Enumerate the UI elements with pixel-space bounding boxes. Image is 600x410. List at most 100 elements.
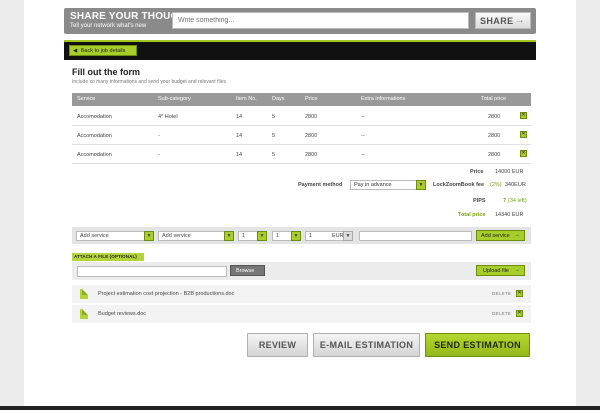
add-service-button[interactable]: Add service →	[476, 230, 525, 241]
subcategory-select-label: Add service	[162, 233, 191, 239]
cell-subcategory: -	[158, 133, 160, 139]
pips-label: PIPS	[473, 198, 486, 204]
price-input[interactable]: 1 EUR ▼	[305, 231, 353, 241]
col-item-no: Item No.	[236, 96, 257, 102]
send-estimation-button[interactable]: SEND ESTIMATION	[425, 333, 530, 357]
payment-method-label: Payment method	[298, 182, 343, 188]
delete-file-link[interactable]: DELETE	[492, 311, 511, 316]
table-row: Accomodation 4* Hotel 14 5 2800 -- 2800 …	[72, 107, 531, 126]
form-subtitle: Include so many informations and send yo…	[72, 79, 226, 85]
col-extra: Extra informations	[361, 96, 406, 102]
price-label: Price	[470, 169, 484, 175]
chevron-down-icon: ▼	[257, 231, 267, 241]
days-value: 1	[276, 233, 280, 239]
col-total: Total price	[481, 96, 507, 102]
currency-label: EUR	[332, 233, 344, 239]
footer-bar	[0, 406, 600, 410]
table-header: Service Sub-category Item No. Days Price…	[72, 93, 531, 106]
list-item: Project estimation cost projection - B2B…	[72, 285, 531, 303]
cell-total: 2800	[488, 114, 501, 120]
chevron-down-icon: ▼	[291, 231, 301, 241]
cell-days: 5	[272, 114, 276, 120]
cell-price: 2800	[305, 114, 318, 120]
pips-value: 7	[503, 198, 507, 204]
days-select[interactable]: 1 ▼	[272, 231, 301, 241]
cell-subcategory: 4* Hotel	[158, 114, 178, 120]
arrow-right-icon: →	[514, 267, 521, 273]
cell-item-no: 14	[236, 133, 243, 139]
chevron-down-icon: ▼	[343, 231, 353, 241]
cell-service: Accomodation	[77, 152, 112, 158]
close-icon[interactable]: ✕	[516, 290, 523, 297]
file-path-input[interactable]	[77, 266, 227, 277]
chevron-down-icon: ▼	[144, 231, 154, 241]
arrow-left-icon: ◀	[73, 48, 78, 54]
price-input-value: 1	[309, 233, 313, 239]
attach-file-label: ATTACH A FILE (OPTIONAL)	[72, 253, 144, 261]
chevron-down-icon: ▼	[416, 180, 426, 190]
col-subcategory: Sub-category	[158, 96, 191, 102]
item-quantity-select[interactable]: 1 ▼	[238, 231, 267, 241]
upload-file-button[interactable]: Upload file →	[476, 265, 525, 276]
col-days: Days	[272, 96, 285, 102]
cell-service: Accomodation	[77, 133, 112, 139]
col-price: Price	[305, 96, 318, 102]
share-subtitle: Tell your network what's new	[70, 23, 147, 29]
cell-extra: --	[361, 152, 365, 158]
arrow-right-icon: →	[514, 15, 525, 26]
file-name: Project estimation cost projection - B2B…	[98, 291, 235, 297]
list-item: Budget reviews.doc DELETE ✕	[72, 305, 531, 323]
payment-method-value: Pay in advance	[354, 182, 392, 188]
item-quantity-value: 1	[242, 233, 246, 239]
fee-value: 340EUR	[505, 182, 526, 188]
browse-button[interactable]: Browse	[230, 265, 265, 276]
add-service-bar: Add service ▼ Add service ▼ 1 ▼ 1 ▼ 1 EU…	[72, 227, 531, 244]
cell-extra: --	[361, 133, 365, 139]
file-name: Budget reviews.doc	[98, 311, 146, 317]
email-estimation-button[interactable]: E-MAIL ESTIMATION	[313, 333, 420, 357]
cell-service: Accomodation	[77, 114, 112, 120]
cell-total: 2800	[488, 152, 501, 158]
document-icon	[80, 309, 88, 319]
fee-percent: (2%)	[490, 182, 502, 188]
total-price-value: 14340 EUR	[495, 212, 524, 218]
cell-price: 2800	[305, 133, 318, 139]
col-service: Service	[77, 96, 96, 102]
add-service-button-label: Add service	[481, 233, 510, 239]
share-button-label: SHARE	[480, 16, 514, 26]
total-price-label: Total price	[458, 212, 486, 218]
review-button[interactable]: REVIEW	[247, 333, 308, 357]
attach-file-bar: Browse Upload file →	[72, 262, 531, 280]
price-value: 14000 EUR	[495, 169, 524, 175]
remove-row-icon[interactable]: ✕	[520, 150, 527, 157]
pips-left: (34 left)	[508, 198, 527, 204]
back-to-job-details-button[interactable]: ◀ Back to job details	[69, 45, 137, 56]
cell-days: 5	[272, 133, 276, 139]
document-icon	[80, 289, 88, 299]
cell-price: 2800	[305, 152, 318, 158]
cell-item-no: 14	[236, 152, 243, 158]
close-icon[interactable]: ✕	[516, 310, 523, 317]
share-bar: SHARE YOUR THOUGHTS Tell your network wh…	[64, 8, 536, 34]
section-header-bar: ◀ Back to job details	[64, 40, 536, 60]
cell-item-no: 14	[236, 114, 243, 120]
arrow-right-icon: →	[514, 232, 521, 238]
subcategory-select[interactable]: Add service ▼	[158, 231, 234, 241]
service-select-label: Add service	[80, 233, 109, 239]
service-select[interactable]: Add service ▼	[76, 231, 154, 241]
cell-subcategory: -	[158, 152, 160, 158]
payment-method-select[interactable]: Pay in advance ▼	[350, 180, 426, 190]
cell-days: 5	[272, 152, 276, 158]
upload-button-label: Upload file	[483, 268, 509, 274]
delete-file-link[interactable]: DELETE	[492, 291, 511, 296]
extra-info-input[interactable]	[359, 231, 472, 241]
cell-extra: --	[361, 114, 365, 120]
share-input[interactable]	[172, 12, 469, 29]
form-title: Fill out the form	[72, 67, 140, 77]
share-button[interactable]: SHARE →	[475, 12, 531, 29]
table-row: Accomodation - 14 5 2800 -- 2800 ✕	[72, 145, 531, 164]
remove-row-icon[interactable]: ✕	[520, 131, 527, 138]
remove-row-icon[interactable]: ✕	[520, 112, 527, 119]
fee-label: LockZoomBook fee	[433, 182, 485, 188]
table-row: Accomodation - 14 5 2800 -- 2800 ✕	[72, 126, 531, 145]
